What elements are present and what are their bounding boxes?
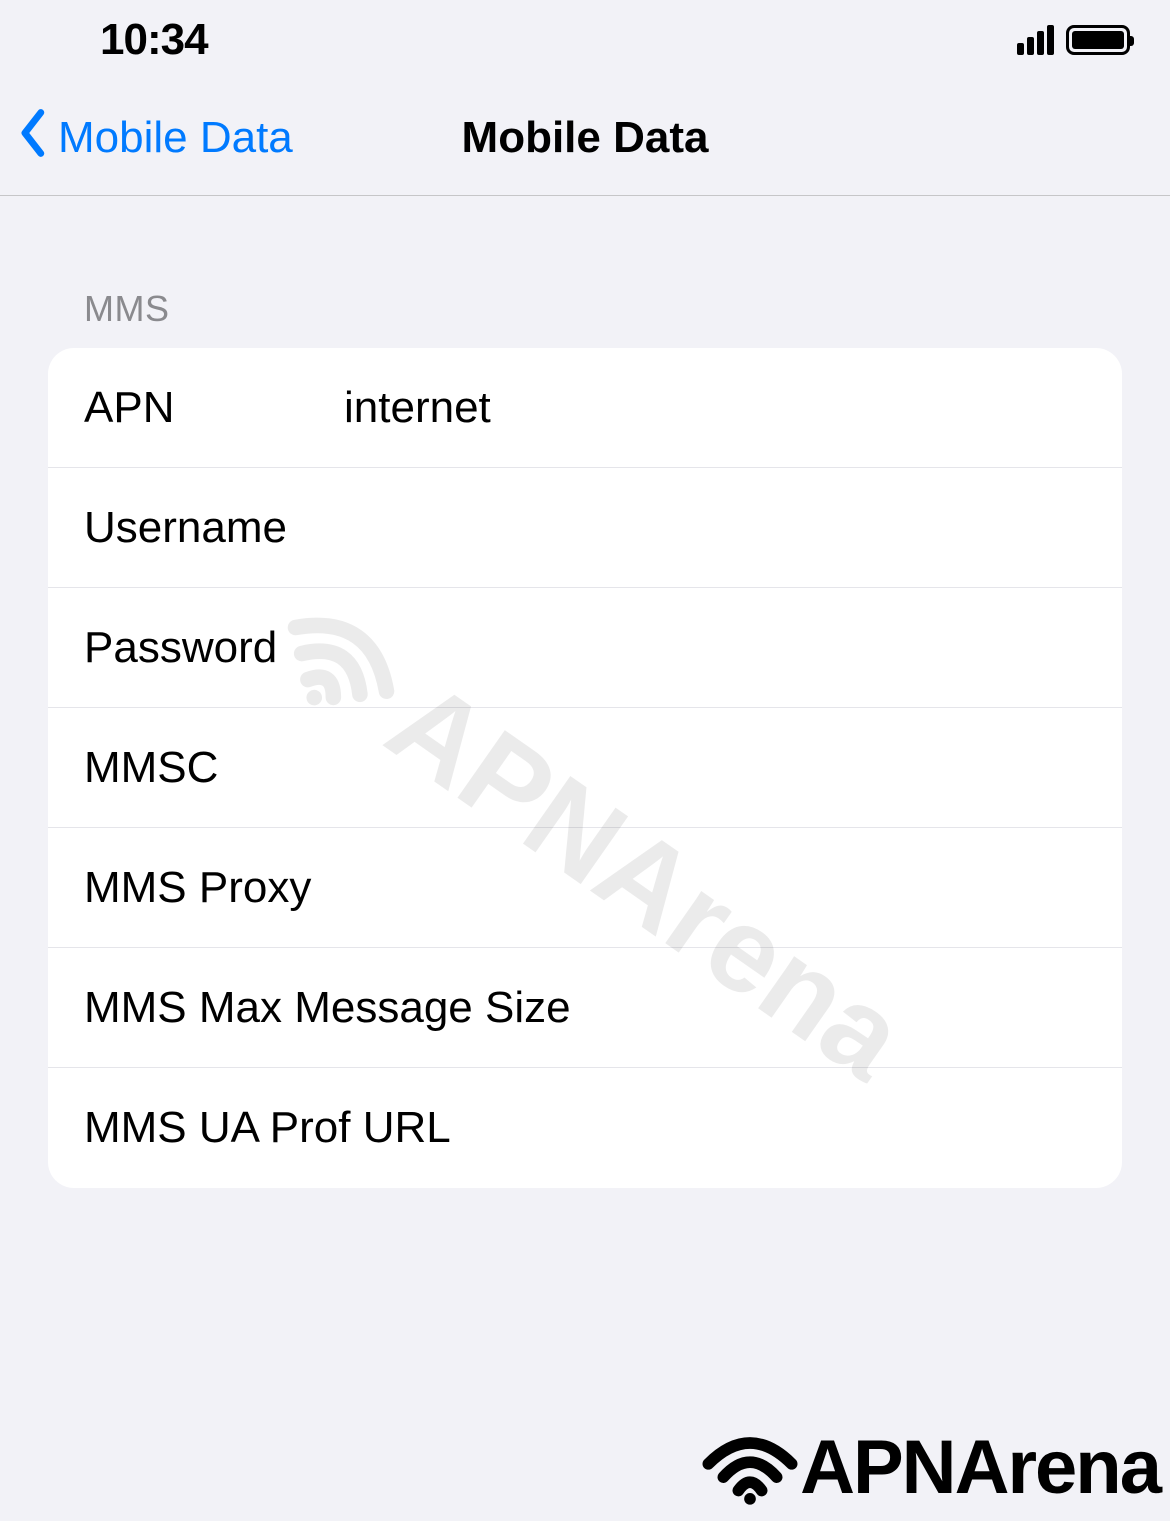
battery-icon xyxy=(1066,25,1130,55)
row-mms-ua-prof-url[interactable]: MMS UA Prof URL xyxy=(48,1068,1122,1188)
mms-ua-prof-url-input[interactable] xyxy=(451,1103,1086,1153)
row-username[interactable]: Username xyxy=(48,468,1122,588)
row-label: MMSC xyxy=(84,743,344,793)
page-title: Mobile Data xyxy=(462,113,709,163)
row-label: MMS Max Message Size xyxy=(84,983,571,1033)
back-label: Mobile Data xyxy=(58,113,293,163)
cellular-signal-icon xyxy=(1017,25,1054,55)
row-label: MMS UA Prof URL xyxy=(84,1103,451,1153)
row-label: MMS Proxy xyxy=(84,863,344,913)
row-password[interactable]: Password xyxy=(48,588,1122,708)
footer-brand-text: APNArena xyxy=(800,1424,1160,1511)
row-mmsc[interactable]: MMSC xyxy=(48,708,1122,828)
row-label: APN xyxy=(84,383,344,433)
status-bar: 10:34 xyxy=(0,0,1170,80)
username-input[interactable] xyxy=(344,503,1086,553)
row-apn[interactable]: APN xyxy=(48,348,1122,468)
password-input[interactable] xyxy=(344,623,1086,673)
apn-input[interactable] xyxy=(344,383,1086,433)
row-label: Username xyxy=(84,503,344,553)
mms-proxy-input[interactable] xyxy=(344,863,1086,913)
navigation-bar: Mobile Data Mobile Data xyxy=(0,80,1170,196)
row-mms-proxy[interactable]: MMS Proxy xyxy=(48,828,1122,948)
row-label: Password xyxy=(84,623,344,673)
mmsc-input[interactable] xyxy=(344,743,1086,793)
back-button[interactable]: Mobile Data xyxy=(20,108,293,167)
status-icons xyxy=(1017,25,1130,55)
section-header-mms: MMS xyxy=(48,196,1122,348)
row-mms-max-message-size[interactable]: MMS Max Message Size xyxy=(48,948,1122,1068)
chevron-left-icon xyxy=(20,108,48,167)
mms-max-size-input[interactable] xyxy=(571,983,1122,1033)
status-time: 10:34 xyxy=(100,15,208,65)
wifi-icon xyxy=(700,1428,800,1508)
footer-brand: APNArena xyxy=(700,1424,1160,1511)
settings-group-mms: APN Username Password MMSC MMS Proxy MMS… xyxy=(48,348,1122,1188)
